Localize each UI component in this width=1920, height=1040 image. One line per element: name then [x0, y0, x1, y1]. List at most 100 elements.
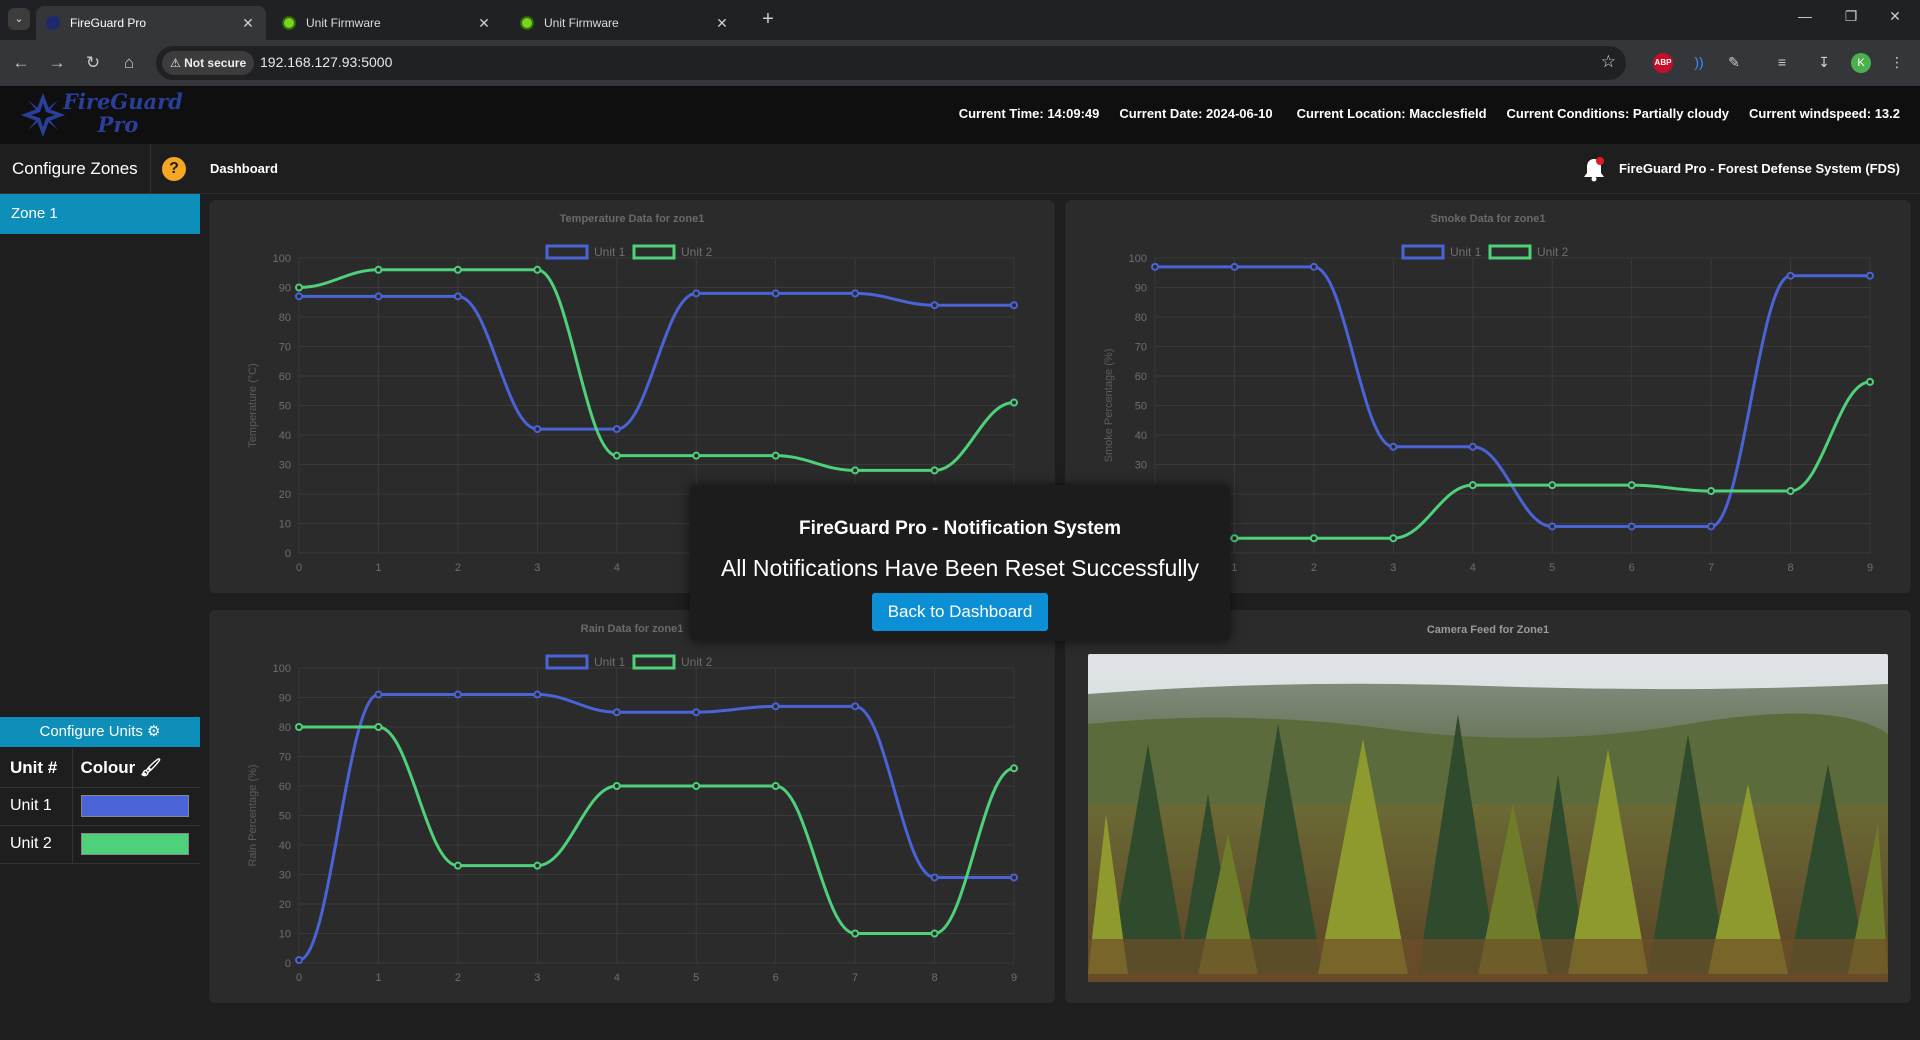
tab-search-chevron-icon[interactable]: ⌄: [8, 8, 30, 30]
y-tick-label: 100: [273, 253, 291, 265]
data-point: [1468, 442, 1477, 451]
new-tab-plus-icon[interactable]: +: [758, 8, 778, 31]
home-icon[interactable]: ⌂: [118, 52, 140, 74]
legend-label: Unit 2: [681, 245, 713, 259]
read-aloud-extension-icon[interactable]: )): [1687, 50, 1711, 74]
notification-modal: FireGuard Pro - Notification System All …: [690, 485, 1230, 641]
data-point: [851, 466, 860, 475]
data-point: [930, 873, 939, 882]
y-tick-label: 70: [279, 342, 291, 354]
browser-menu-kebab-icon[interactable]: ⋮: [1885, 50, 1909, 74]
breadcrumb[interactable]: Dashboard: [210, 161, 278, 176]
downloads-icon[interactable]: ↧: [1812, 50, 1836, 74]
bookmark-star-icon[interactable]: ☆: [1601, 52, 1616, 72]
y-tick-label: 60: [279, 781, 291, 793]
y-tick-label: 0: [285, 548, 291, 560]
y-tick-label: 50: [1135, 401, 1147, 413]
data-point: [1230, 534, 1239, 543]
reading-list-icon[interactable]: ≡: [1770, 50, 1794, 74]
data-point: [453, 861, 462, 870]
y-tick-label: 100: [273, 663, 291, 675]
y-tick-label: 30: [279, 460, 291, 472]
data-point: [453, 292, 462, 301]
close-tab-icon[interactable]: ✕: [476, 15, 492, 32]
unit-number-header: Unit #: [0, 749, 73, 788]
table-header-row: Unit # Colour 🖌: [0, 749, 200, 788]
logo-line-1: FireGuard: [63, 89, 183, 114]
url-omnibox[interactable]: ⚠ Not secure 192.168.127.93:5000 ☆: [156, 46, 1626, 80]
data-point: [1786, 271, 1795, 280]
current-windspeed: Current windspeed: 13.2: [1749, 106, 1900, 121]
configure-zones-title[interactable]: Configure Zones: [12, 159, 138, 179]
browser-tab-firmware-1[interactable]: Unit Firmware ✕: [272, 6, 502, 40]
back-to-dashboard-button[interactable]: Back to Dashboard: [872, 593, 1048, 631]
back-arrow-icon[interactable]: ←: [10, 52, 32, 74]
browser-address-bar: ← → ↻ ⌂ ⚠ Not secure 192.168.127.93:5000…: [0, 40, 1920, 86]
data-point: [1309, 534, 1318, 543]
minimize-window-icon[interactable]: —: [1782, 8, 1828, 24]
unit-colour-cell: [72, 825, 200, 864]
y-tick-label: 40: [279, 840, 291, 852]
current-location: Current Location: Macclesfield: [1296, 106, 1487, 121]
x-tick-label: 1: [1231, 562, 1237, 574]
y-tick-label: 40: [1135, 430, 1147, 442]
legend-label: Unit 2: [681, 655, 713, 669]
browser-tab-fireguard[interactable]: FireGuard Pro ✕: [36, 6, 266, 40]
x-tick-label: 3: [534, 562, 540, 574]
data-point: [612, 425, 621, 434]
restore-window-icon[interactable]: ❐: [1828, 8, 1874, 25]
x-tick-label: 7: [852, 972, 858, 984]
data-point: [295, 292, 303, 301]
not-secure-badge[interactable]: ⚠ Not secure: [162, 51, 255, 75]
data-point: [1548, 481, 1557, 490]
system-name: FireGuard Pro - Forest Defense System (F…: [1618, 161, 1900, 176]
profile-avatar[interactable]: K: [1851, 53, 1871, 73]
data-point: [533, 265, 542, 274]
x-tick-label: 9: [1011, 972, 1017, 984]
sidebar-item-zone-1[interactable]: Zone 1: [0, 194, 200, 234]
main-topline: Dashboard FireGuard Pro - Forest Defense…: [200, 144, 1920, 194]
data-point: [533, 861, 542, 870]
y-tick-label: 100: [1129, 253, 1147, 265]
x-tick-label: 3: [1390, 562, 1396, 574]
data-point: [1230, 262, 1239, 271]
legend-label: Unit 1: [594, 655, 626, 669]
data-point: [612, 708, 621, 717]
current-time: Current Time: 14:09:49: [958, 106, 1100, 121]
extensions-puzzle-icon[interactable]: ✎: [1722, 50, 1746, 74]
paintbrush-icon: 🖌: [140, 757, 162, 777]
y-axis-label: Rain Percentage (%): [247, 764, 259, 866]
forward-arrow-icon[interactable]: →: [46, 52, 68, 74]
data-point: [692, 451, 701, 460]
data-point: [692, 782, 701, 790]
close-tab-icon[interactable]: ✕: [714, 15, 730, 32]
browser-tab-bar: ⌄ FireGuard Pro ✕ Unit Firmware ✕ Unit F…: [0, 0, 1920, 40]
reload-icon[interactable]: ↻: [82, 52, 104, 74]
unit-2-colour-swatch[interactable]: [80, 833, 189, 855]
configure-units-button[interactable]: Configure Units ⚙: [0, 717, 200, 747]
fireguard-logo[interactable]: FireGuard Pro: [18, 89, 183, 140]
unit-label: Unit 1: [0, 787, 73, 826]
fireguard-emblem-icon: [21, 93, 65, 137]
adblock-plus-icon[interactable]: ABP: [1653, 53, 1673, 73]
y-tick-label: 40: [279, 430, 291, 442]
close-tab-icon[interactable]: ✕: [240, 15, 256, 32]
unit-colour-table: Unit # Colour 🖌 Unit 1 Unit 2: [0, 749, 200, 864]
browser-tab-firmware-2[interactable]: Unit Firmware ✕: [510, 6, 740, 40]
y-tick-label: 60: [1135, 371, 1147, 383]
unit-1-colour-swatch[interactable]: [80, 795, 189, 817]
notification-bell-icon[interactable]: [1583, 156, 1605, 182]
y-axis-label: Smoke Percentage (%): [1103, 349, 1115, 463]
y-tick-label: 50: [279, 811, 291, 823]
x-tick-label: 6: [1629, 562, 1635, 574]
x-tick-label: 1: [375, 562, 381, 574]
help-question-icon[interactable]: ?: [162, 157, 186, 181]
url-text[interactable]: 192.168.127.93:5000: [260, 54, 392, 70]
data-point: [930, 466, 939, 475]
camera-feed-image[interactable]: [1088, 654, 1888, 982]
close-window-icon[interactable]: ✕: [1872, 8, 1918, 25]
data-point: [374, 265, 383, 274]
x-tick-label: 8: [931, 972, 937, 984]
configure-units-label: Configure Units: [39, 723, 143, 740]
series-line-2: [298, 268, 1015, 472]
